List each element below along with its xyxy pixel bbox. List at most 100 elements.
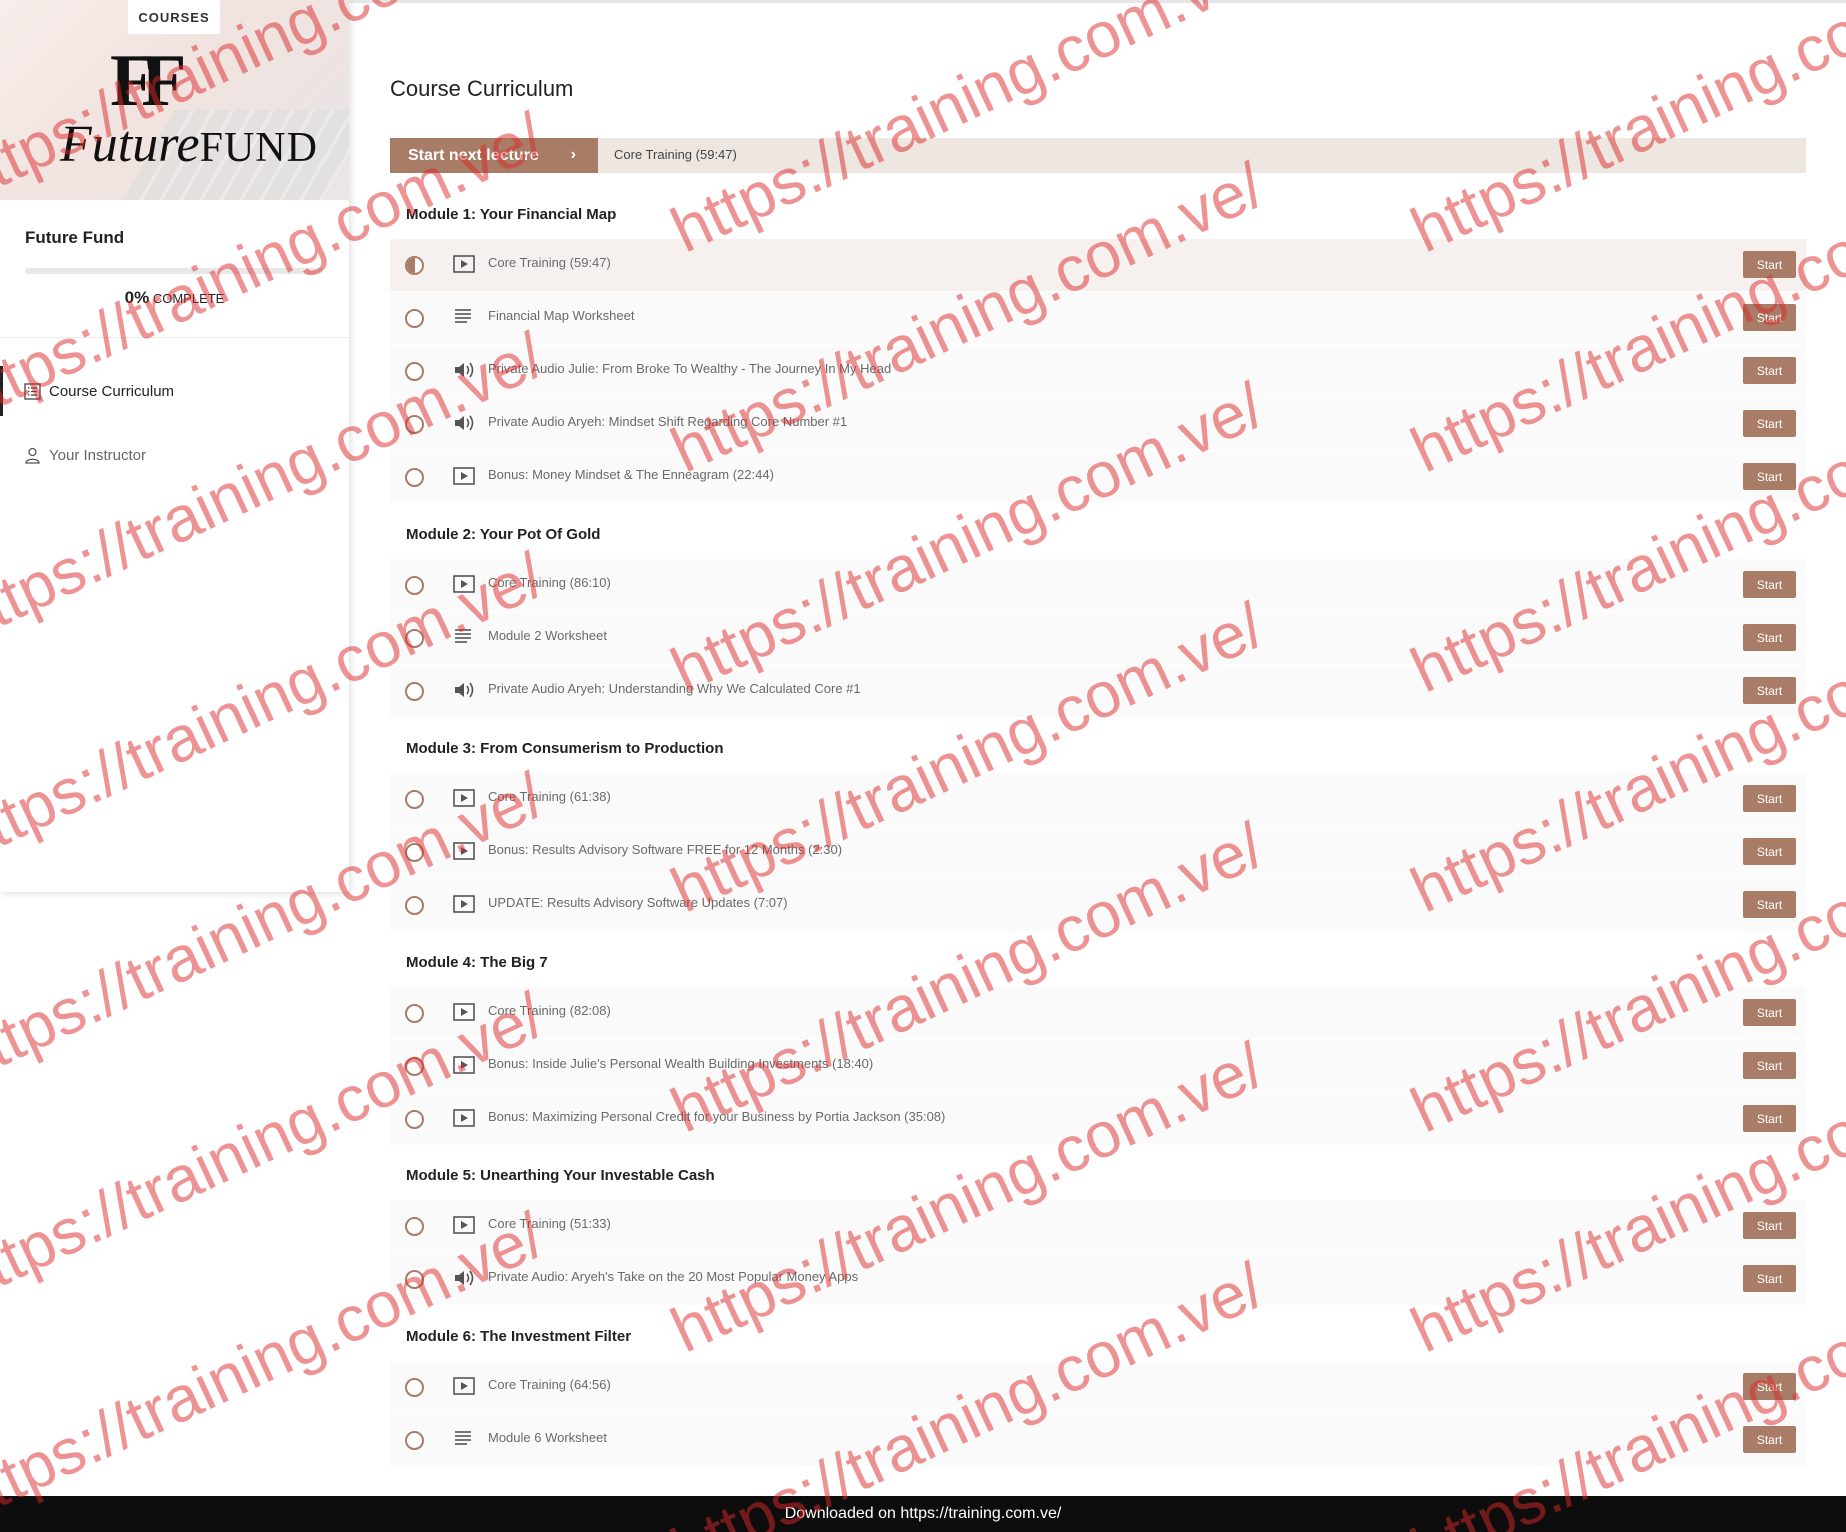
start-lecture-button[interactable]: Start bbox=[1743, 304, 1796, 331]
start-next-lecture-label: Start next lecture bbox=[408, 146, 539, 164]
incomplete-circle-icon bbox=[405, 1431, 424, 1450]
logo-word-bold: FUND bbox=[199, 125, 318, 171]
module-title: Module 2: Your Pot Of Gold bbox=[406, 526, 601, 543]
lecture-row[interactable]: Core Training (82:08) Start bbox=[390, 987, 1806, 1040]
lecture-row[interactable]: UPDATE: Results Advisory Software Update… bbox=[390, 879, 1806, 932]
module-lecture-list: Core Training (64:56) Start Module 6 Works… bbox=[390, 1361, 1806, 1467]
incomplete-circle-icon bbox=[405, 1110, 424, 1129]
lecture-title: Core Training (86:10) bbox=[488, 575, 611, 590]
lecture-row[interactable]: Financial Map Worksheet Start bbox=[390, 292, 1806, 345]
course-name: Future Fund bbox=[25, 228, 125, 247]
progress-complete-label: COMPLETE bbox=[152, 291, 225, 306]
lecture-title: Core Training (51:33) bbox=[488, 1216, 611, 1231]
start-next-lecture-button[interactable]: Start next lecture › bbox=[390, 138, 598, 173]
speaker-icon bbox=[453, 414, 475, 434]
video-play-icon bbox=[453, 1109, 475, 1129]
lecture-row[interactable]: Private Audio: Aryeh's Take on the 20 Mo… bbox=[390, 1253, 1806, 1306]
lecture-row[interactable]: Bonus: Money Mindset & The Enneagram (22… bbox=[390, 451, 1806, 504]
text-lines-icon bbox=[453, 308, 475, 328]
text-lines-icon bbox=[453, 628, 475, 648]
lecture-row[interactable]: Core Training (86:10) Start bbox=[390, 559, 1806, 612]
video-play-icon bbox=[453, 842, 475, 862]
module-title: Module 5: Unearthing Your Investable Cas… bbox=[406, 1167, 715, 1184]
module-lecture-list: Core Training (61:38) Start Bonus: Results… bbox=[390, 773, 1806, 932]
page: COURSES FF FutureFUND Future Fund 0% COM… bbox=[0, 0, 1846, 1532]
start-lecture-button[interactable]: Start bbox=[1743, 1052, 1796, 1079]
start-lecture-button[interactable]: Start bbox=[1743, 463, 1796, 490]
lecture-title: Private Audio Aryeh: Mindset Shift Regar… bbox=[488, 414, 848, 429]
lecture-row[interactable]: Core Training (59:47) Start bbox=[390, 239, 1806, 292]
start-lecture-button[interactable]: Start bbox=[1743, 1373, 1796, 1400]
module-lecture-list: Core Training (82:08) Start Bonus: Inside … bbox=[390, 987, 1806, 1146]
start-lecture-button[interactable]: Start bbox=[1743, 785, 1796, 812]
start-lecture-button[interactable]: Start bbox=[1743, 838, 1796, 865]
progress-percent: 0% bbox=[124, 288, 150, 307]
lecture-title: Financial Map Worksheet bbox=[488, 308, 635, 323]
lecture-title: Core Training (64:56) bbox=[488, 1377, 611, 1392]
start-lecture-button[interactable]: Start bbox=[1743, 357, 1796, 384]
start-lecture-button[interactable]: Start bbox=[1743, 410, 1796, 437]
watermark-text: https://training.com.ve/ bbox=[660, 0, 1275, 267]
courses-tab[interactable]: COURSES bbox=[128, 0, 220, 34]
start-lecture-button[interactable]: Start bbox=[1743, 1265, 1796, 1292]
sidebar-item-course-curriculum[interactable]: Course Curriculum bbox=[0, 366, 349, 416]
module-title: Module 4: The Big 7 bbox=[406, 954, 548, 971]
speaker-icon bbox=[453, 361, 475, 381]
lecture-title: Module 6 Worksheet bbox=[488, 1430, 607, 1445]
start-lecture-button[interactable]: Start bbox=[1743, 571, 1796, 598]
start-lecture-button[interactable]: Start bbox=[1743, 1105, 1796, 1132]
start-lecture-button[interactable]: Start bbox=[1743, 251, 1796, 278]
video-play-icon bbox=[453, 255, 475, 275]
lecture-title: Bonus: Results Advisory Software FREE fo… bbox=[488, 842, 843, 857]
video-play-icon bbox=[453, 575, 475, 595]
lecture-title: Core Training (82:08) bbox=[488, 1003, 611, 1018]
lecture-title: Private Audio Julie: From Broke To Wealt… bbox=[488, 361, 892, 376]
lecture-row[interactable]: Module 6 Worksheet Start bbox=[390, 1414, 1806, 1467]
incomplete-circle-icon bbox=[405, 362, 424, 381]
sidebar-divider bbox=[0, 337, 349, 338]
chevron-right-icon: › bbox=[570, 146, 576, 163]
sidebar-item-your-instructor[interactable]: Your Instructor bbox=[0, 430, 349, 480]
lecture-row[interactable]: Core Training (51:33) Start bbox=[390, 1200, 1806, 1253]
incomplete-circle-icon bbox=[405, 468, 424, 487]
lecture-row[interactable]: Module 2 Worksheet Start bbox=[390, 612, 1806, 665]
incomplete-circle-icon bbox=[405, 309, 424, 328]
lecture-row[interactable]: Bonus: Inside Julie's Personal Wealth Bu… bbox=[390, 1040, 1806, 1093]
incomplete-circle-icon bbox=[405, 1378, 424, 1397]
course-logo[interactable]: COURSES FF FutureFUND bbox=[0, 0, 349, 200]
lecture-row[interactable]: Private Audio Aryeh: Understanding Why W… bbox=[390, 665, 1806, 718]
start-lecture-button[interactable]: Start bbox=[1743, 677, 1796, 704]
sidebar-item-label: Your Instructor bbox=[49, 446, 146, 464]
lecture-row[interactable]: Private Audio Julie: From Broke To Wealt… bbox=[390, 345, 1806, 398]
lecture-title: Private Audio Aryeh: Understanding Why W… bbox=[488, 681, 861, 696]
lecture-title: Core Training (61:38) bbox=[488, 789, 611, 804]
lecture-title: Module 2 Worksheet bbox=[488, 628, 607, 643]
start-lecture-button[interactable]: Start bbox=[1743, 891, 1796, 918]
start-lecture-button[interactable]: Start bbox=[1743, 1212, 1796, 1239]
incomplete-circle-icon bbox=[405, 682, 424, 701]
curriculum-list-icon bbox=[24, 382, 41, 400]
start-lecture-button[interactable]: Start bbox=[1743, 1426, 1796, 1453]
speaker-icon bbox=[453, 681, 475, 701]
start-lecture-button[interactable]: Start bbox=[1743, 624, 1796, 651]
start-lecture-button[interactable]: Start bbox=[1743, 999, 1796, 1026]
page-title: Course Curriculum bbox=[390, 76, 574, 101]
incomplete-circle-icon bbox=[405, 1270, 424, 1289]
lecture-row[interactable]: Bonus: Maximizing Personal Credit for yo… bbox=[390, 1093, 1806, 1146]
lecture-row[interactable]: Core Training (61:38) Start bbox=[390, 773, 1806, 826]
video-play-icon bbox=[453, 1056, 475, 1076]
video-play-icon bbox=[453, 1216, 475, 1236]
lecture-row[interactable]: Bonus: Results Advisory Software FREE fo… bbox=[390, 826, 1806, 879]
module-title: Module 1: Your Financial Map bbox=[406, 206, 617, 223]
sidebar: COURSES FF FutureFUND Future Fund 0% COM… bbox=[0, 0, 349, 892]
lecture-title: Bonus: Inside Julie's Personal Wealth Bu… bbox=[488, 1056, 874, 1071]
incomplete-circle-icon bbox=[405, 896, 424, 915]
watermark-text: https://training.com.ve/ bbox=[1400, 0, 1846, 267]
incomplete-circle-icon bbox=[405, 576, 424, 595]
incomplete-circle-icon bbox=[405, 1217, 424, 1236]
video-play-icon bbox=[453, 1003, 475, 1023]
lecture-row[interactable]: Private Audio Aryeh: Mindset Shift Regar… bbox=[390, 398, 1806, 451]
lecture-row[interactable]: Core Training (64:56) Start bbox=[390, 1361, 1806, 1414]
logo-monogram: FF bbox=[110, 40, 186, 122]
incomplete-circle-icon bbox=[405, 843, 424, 862]
